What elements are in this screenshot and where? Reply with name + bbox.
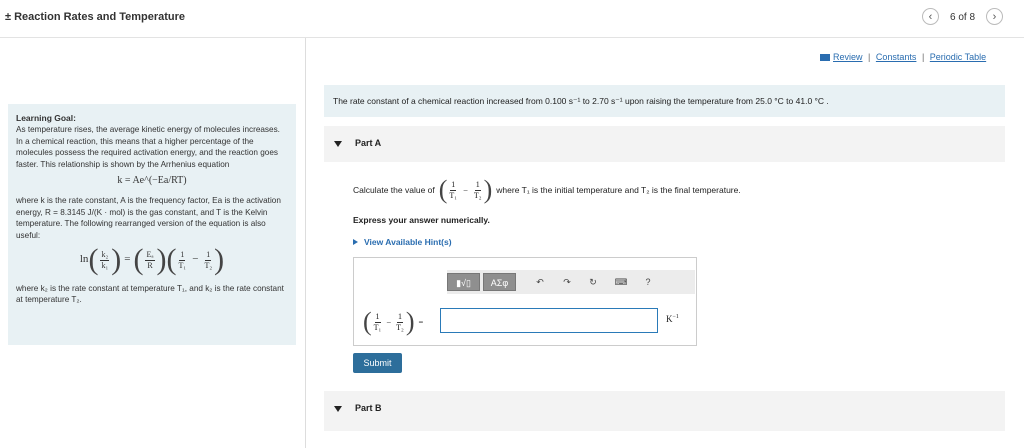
calc-minus: − xyxy=(463,185,468,195)
next-page-button[interactable]: › xyxy=(986,8,1003,25)
eq-ea: Eₐ xyxy=(145,249,155,261)
eq-equals: = xyxy=(124,253,131,266)
math-toolbar: ▮√▯ AΣφ ↶ ↷ ↻ ⌨ ? xyxy=(447,270,695,294)
resource-links: Review | Constants | Periodic Table xyxy=(820,52,986,62)
calc-t2: T₂ xyxy=(473,190,482,200)
part-b-label: Part B xyxy=(355,403,382,413)
page-title: ± Reaction Rates and Temperature xyxy=(5,11,186,23)
eq-minus: − xyxy=(192,253,199,266)
learning-goal-panel: Learning Goal: As temperature rises, the… xyxy=(8,104,296,345)
link-separator: | xyxy=(921,52,925,62)
part-a-header[interactable]: Part A xyxy=(324,126,1005,162)
part-a-question: Calculate the value of ( 1 T₁ − 1 T₂ ) whe… xyxy=(353,175,741,204)
goal-paragraph-1: As temperature rises, the average kineti… xyxy=(16,125,280,169)
answer-input[interactable] xyxy=(440,308,658,333)
view-hints-label: View Available Hint(s) xyxy=(364,237,452,247)
calc-one-b: 1 xyxy=(474,179,481,191)
ans-t1: T₁ xyxy=(373,322,382,332)
previous-page-button[interactable]: ‹ xyxy=(922,8,939,25)
review-icon xyxy=(820,54,830,62)
redo-icon[interactable]: ↷ xyxy=(558,273,576,291)
periodic-table-link[interactable]: Periodic Table xyxy=(930,52,986,62)
help-icon[interactable]: ? xyxy=(639,273,657,291)
goal-paragraph-2: where k is the rate constant, A is the f… xyxy=(16,196,281,240)
ans-minus: − xyxy=(386,317,392,327)
undo-icon[interactable]: ↶ xyxy=(531,273,549,291)
goal-paragraph-3: where k₂ is the rate constant at tempera… xyxy=(16,284,284,305)
answer-unit: K−1 xyxy=(666,314,679,324)
page-indicator: 6 of 8 xyxy=(950,12,976,23)
reset-icon[interactable]: ↻ xyxy=(584,273,602,291)
arrhenius-equation: k = Ae^(−Ea/RT) xyxy=(117,175,187,187)
eq-t2: T₂ xyxy=(204,260,213,270)
eq-ln: ln xyxy=(79,253,89,266)
view-hints-link[interactable]: View Available Hint(s) xyxy=(353,237,452,247)
top-bar: ± Reaction Rates and Temperature ‹ 6 of … xyxy=(0,0,1024,38)
problem-statement: The rate constant of a chemical reaction… xyxy=(324,85,1005,117)
review-link[interactable]: Review xyxy=(833,52,863,62)
answer-instruction: Express your answer numerically. xyxy=(353,215,490,225)
calc-one-a: 1 xyxy=(450,179,457,191)
eq-t1: T₁ xyxy=(178,260,187,270)
ans-equals: = xyxy=(418,317,424,327)
submit-button[interactable]: Submit xyxy=(353,353,402,373)
column-divider xyxy=(305,38,306,448)
collapse-triangle-icon xyxy=(334,406,342,412)
collapse-triangle-icon xyxy=(334,141,342,147)
rearranged-arrhenius-equation: ln ( k₂ k₁ ) = ( Eₐ R ) ( 1 T₁ − 1 T₂ ) xyxy=(79,243,225,277)
link-separator: | xyxy=(868,52,871,62)
learning-goal-heading: Learning Goal: xyxy=(16,113,76,123)
calc-suffix: where T₁ is the initial temperature and … xyxy=(496,185,741,195)
ans-one-a: 1 xyxy=(374,311,381,323)
keyboard-icon[interactable]: ⌨ xyxy=(612,273,630,291)
templates-button[interactable]: ▮√▯ xyxy=(447,273,480,291)
ans-t2: T₂ xyxy=(396,322,404,332)
ans-one-b: 1 xyxy=(397,311,403,323)
part-b-header[interactable]: Part B xyxy=(324,391,1005,431)
constants-link[interactable]: Constants xyxy=(876,52,917,62)
part-a-label: Part A xyxy=(355,138,382,148)
symbols-button[interactable]: AΣφ xyxy=(483,273,516,291)
eq-one-b: 1 xyxy=(205,249,212,261)
eq-r: R xyxy=(147,260,153,270)
unit-exponent: −1 xyxy=(672,314,679,320)
eq-k2: k₂ xyxy=(100,249,110,261)
eq-k1: k₁ xyxy=(101,260,109,270)
calc-prefix: Calculate the value of xyxy=(353,185,435,195)
eq-one-a: 1 xyxy=(179,249,186,261)
calc-t1: T₁ xyxy=(449,190,458,200)
expand-arrow-icon xyxy=(353,239,358,245)
answer-area: ▮√▯ AΣφ ↶ ↷ ↻ ⌨ ? ( 1 T₁ − 1 T₂ ) = K−1 xyxy=(353,257,697,346)
answer-expression: ( 1 T₁ − 1 T₂ ) = xyxy=(363,307,424,336)
